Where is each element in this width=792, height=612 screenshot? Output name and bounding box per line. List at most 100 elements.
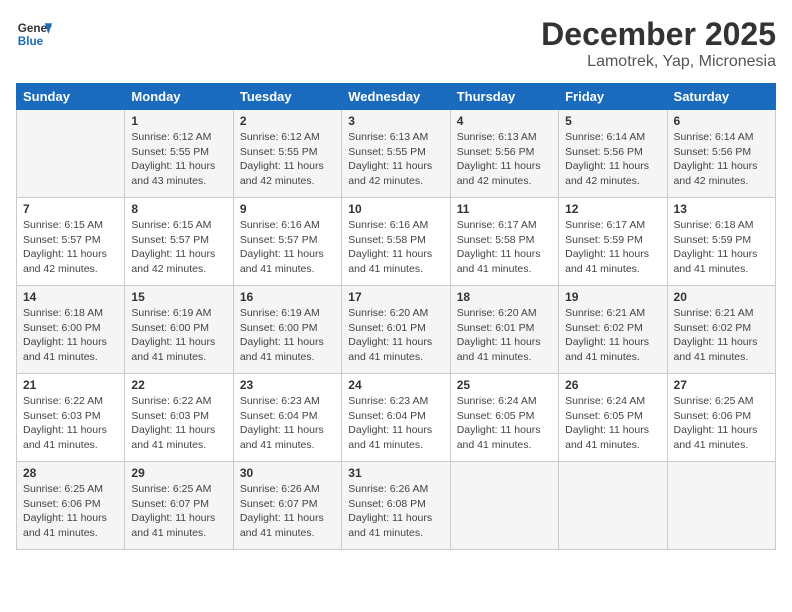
day-info: Sunrise: 6:14 AM Sunset: 5:56 PM Dayligh… bbox=[565, 130, 660, 189]
day-info: Sunrise: 6:19 AM Sunset: 6:00 PM Dayligh… bbox=[240, 306, 335, 365]
svg-text:Blue: Blue bbox=[18, 35, 44, 48]
day-number: 15 bbox=[131, 290, 226, 304]
day-number: 10 bbox=[348, 202, 443, 216]
calendar-cell: 10Sunrise: 6:16 AM Sunset: 5:58 PM Dayli… bbox=[342, 198, 450, 286]
day-info: Sunrise: 6:15 AM Sunset: 5:57 PM Dayligh… bbox=[23, 218, 118, 277]
week-row-4: 21 Sunrise: 6:22 AM Sunset: 6:03 PM Dayli… bbox=[17, 374, 776, 462]
day-number: 25 bbox=[457, 378, 552, 392]
day-info: Sunrise: 6:13 AM Sunset: 5:55 PM Dayligh… bbox=[348, 130, 443, 189]
day-number: 1 bbox=[131, 114, 226, 128]
calendar-cell: 5 Sunrise: 6:14 AM Sunset: 5:56 PM Daylig… bbox=[559, 110, 667, 198]
calendar-cell: 19 Sunrise: 6:21 AM Sunset: 6:02 PM Dayli… bbox=[559, 286, 667, 374]
day-info: Sunrise: 6:25 AM Sunset: 6:07 PM Dayligh… bbox=[131, 482, 226, 541]
header-cell-friday: Friday bbox=[559, 84, 667, 110]
day-info: Sunrise: 6:26 AM Sunset: 6:07 PM Dayligh… bbox=[240, 482, 335, 541]
week-row-2: 7 Sunrise: 6:15 AM Sunset: 5:57 PM Daylig… bbox=[17, 198, 776, 286]
day-number: 5 bbox=[565, 114, 660, 128]
calendar-cell: 28Sunrise: 6:25 AM Sunset: 6:06 PM Dayli… bbox=[17, 462, 125, 550]
day-number: 12 bbox=[565, 202, 660, 216]
calendar-cell: 17 Sunrise: 6:20 AM Sunset: 6:01 PM Dayli… bbox=[342, 286, 450, 374]
calendar-cell: 21 Sunrise: 6:22 AM Sunset: 6:03 PM Dayli… bbox=[17, 374, 125, 462]
logo: General Blue bbox=[16, 16, 52, 52]
day-number: 4 bbox=[457, 114, 552, 128]
header-cell-sunday: Sunday bbox=[17, 84, 125, 110]
header: General Blue December 2025 Lamotrek, Yap… bbox=[16, 16, 776, 71]
day-info: Sunrise: 6:21 AM Sunset: 6:02 PM Dayligh… bbox=[674, 306, 769, 365]
day-info: Sunrise: 6:22 AM Sunset: 6:03 PM Dayligh… bbox=[131, 394, 226, 453]
calendar-cell: 4 Sunrise: 6:13 AM Sunset: 5:56 PM Daylig… bbox=[450, 110, 558, 198]
day-info: Sunrise: 6:23 AM Sunset: 6:04 PM Dayligh… bbox=[348, 394, 443, 453]
calendar-cell: 12 Sunrise: 6:17 AM Sunset: 5:59 PM Dayli… bbox=[559, 198, 667, 286]
day-info: Sunrise: 6:16 AM Sunset: 5:57 PM Dayligh… bbox=[240, 218, 335, 277]
day-number: 22 bbox=[131, 378, 226, 392]
calendar-cell: 6 Sunrise: 6:14 AM Sunset: 5:56 PM Daylig… bbox=[667, 110, 775, 198]
day-info: Sunrise: 6:17 AM Sunset: 5:59 PM Dayligh… bbox=[565, 218, 660, 277]
calendar-cell bbox=[17, 110, 125, 198]
logo-icon: General Blue bbox=[16, 16, 52, 52]
day-info: Sunrise: 6:14 AM Sunset: 5:56 PM Dayligh… bbox=[674, 130, 769, 189]
day-number: 23 bbox=[240, 378, 335, 392]
day-info: Sunrise: 6:22 AM Sunset: 6:03 PM Dayligh… bbox=[23, 394, 118, 453]
day-info: Sunrise: 6:24 AM Sunset: 6:05 PM Dayligh… bbox=[457, 394, 552, 453]
day-number: 7 bbox=[23, 202, 118, 216]
calendar-cell: 15Sunrise: 6:19 AM Sunset: 6:00 PM Dayli… bbox=[125, 286, 233, 374]
header-row: SundayMondayTuesdayWednesdayThursdayFrid… bbox=[17, 84, 776, 110]
day-number: 28 bbox=[23, 466, 118, 480]
calendar-cell: 9Sunrise: 6:16 AM Sunset: 5:57 PM Daylig… bbox=[233, 198, 341, 286]
day-number: 21 bbox=[23, 378, 118, 392]
day-number: 6 bbox=[674, 114, 769, 128]
day-number: 8 bbox=[131, 202, 226, 216]
day-info: Sunrise: 6:24 AM Sunset: 6:05 PM Dayligh… bbox=[565, 394, 660, 453]
calendar-cell: 8Sunrise: 6:15 AM Sunset: 5:57 PM Daylig… bbox=[125, 198, 233, 286]
day-info: Sunrise: 6:23 AM Sunset: 6:04 PM Dayligh… bbox=[240, 394, 335, 453]
calendar-cell: 22 Sunrise: 6:22 AM Sunset: 6:03 PM Dayli… bbox=[125, 374, 233, 462]
header-cell-monday: Monday bbox=[125, 84, 233, 110]
day-number: 3 bbox=[348, 114, 443, 128]
calendar-cell: 1Sunrise: 6:12 AM Sunset: 5:55 PM Daylig… bbox=[125, 110, 233, 198]
calendar-cell: 14 Sunrise: 6:18 AM Sunset: 6:00 PM Dayli… bbox=[17, 286, 125, 374]
day-number: 30 bbox=[240, 466, 335, 480]
calendar-cell: 26Sunrise: 6:24 AM Sunset: 6:05 PM Dayli… bbox=[559, 374, 667, 462]
day-number: 19 bbox=[565, 290, 660, 304]
day-info: Sunrise: 6:20 AM Sunset: 6:01 PM Dayligh… bbox=[348, 306, 443, 365]
day-number: 29 bbox=[131, 466, 226, 480]
calendar-cell: 25 Sunrise: 6:24 AM Sunset: 6:05 PM Dayli… bbox=[450, 374, 558, 462]
calendar-cell: 7 Sunrise: 6:15 AM Sunset: 5:57 PM Daylig… bbox=[17, 198, 125, 286]
calendar-cell bbox=[559, 462, 667, 550]
calendar-cell: 23 Sunrise: 6:23 AM Sunset: 6:04 PM Dayli… bbox=[233, 374, 341, 462]
day-number: 24 bbox=[348, 378, 443, 392]
day-number: 31 bbox=[348, 466, 443, 480]
calendar-cell: 11Sunrise: 6:17 AM Sunset: 5:58 PM Dayli… bbox=[450, 198, 558, 286]
week-row-1: 1 Sunrise: 6:12 AM Sunset: 5:55 PM Daylig… bbox=[17, 110, 776, 198]
day-number: 14 bbox=[23, 290, 118, 304]
week-row-3: 14 Sunrise: 6:18 AM Sunset: 6:00 PM Dayli… bbox=[17, 286, 776, 374]
calendar-cell bbox=[667, 462, 775, 550]
calendar-cell: 27 Sunrise: 6:25 AM Sunset: 6:06 PM Dayli… bbox=[667, 374, 775, 462]
day-number: 11 bbox=[457, 202, 552, 216]
day-info: Sunrise: 6:26 AM Sunset: 6:08 PM Dayligh… bbox=[348, 482, 443, 541]
calendar-cell: 29 Sunrise: 6:25 AM Sunset: 6:07 PM Dayli… bbox=[125, 462, 233, 550]
month-title: December 2025 bbox=[541, 16, 776, 53]
calendar-cell: 18 Sunrise: 6:20 AM Sunset: 6:01 PM Dayli… bbox=[450, 286, 558, 374]
day-info: Sunrise: 6:13 AM Sunset: 5:56 PM Dayligh… bbox=[457, 130, 552, 189]
header-cell-thursday: Thursday bbox=[450, 84, 558, 110]
day-number: 2 bbox=[240, 114, 335, 128]
day-info: Sunrise: 6:12 AM Sunset: 5:55 PM Dayligh… bbox=[240, 130, 335, 189]
calendar-cell: 2 Sunrise: 6:12 AM Sunset: 5:55 PM Daylig… bbox=[233, 110, 341, 198]
header-cell-tuesday: Tuesday bbox=[233, 84, 341, 110]
calendar-header: SundayMondayTuesdayWednesdayThursdayFrid… bbox=[17, 84, 776, 110]
day-number: 13 bbox=[674, 202, 769, 216]
day-number: 18 bbox=[457, 290, 552, 304]
day-number: 17 bbox=[348, 290, 443, 304]
day-info: Sunrise: 6:25 AM Sunset: 6:06 PM Dayligh… bbox=[674, 394, 769, 453]
header-cell-saturday: Saturday bbox=[667, 84, 775, 110]
calendar-table: SundayMondayTuesdayWednesdayThursdayFrid… bbox=[16, 83, 776, 550]
calendar-cell: 13 Sunrise: 6:18 AM Sunset: 5:59 PM Dayli… bbox=[667, 198, 775, 286]
day-info: Sunrise: 6:21 AM Sunset: 6:02 PM Dayligh… bbox=[565, 306, 660, 365]
day-info: Sunrise: 6:20 AM Sunset: 6:01 PM Dayligh… bbox=[457, 306, 552, 365]
day-number: 27 bbox=[674, 378, 769, 392]
day-info: Sunrise: 6:18 AM Sunset: 6:00 PM Dayligh… bbox=[23, 306, 118, 365]
day-number: 16 bbox=[240, 290, 335, 304]
header-cell-wednesday: Wednesday bbox=[342, 84, 450, 110]
day-info: Sunrise: 6:18 AM Sunset: 5:59 PM Dayligh… bbox=[674, 218, 769, 277]
